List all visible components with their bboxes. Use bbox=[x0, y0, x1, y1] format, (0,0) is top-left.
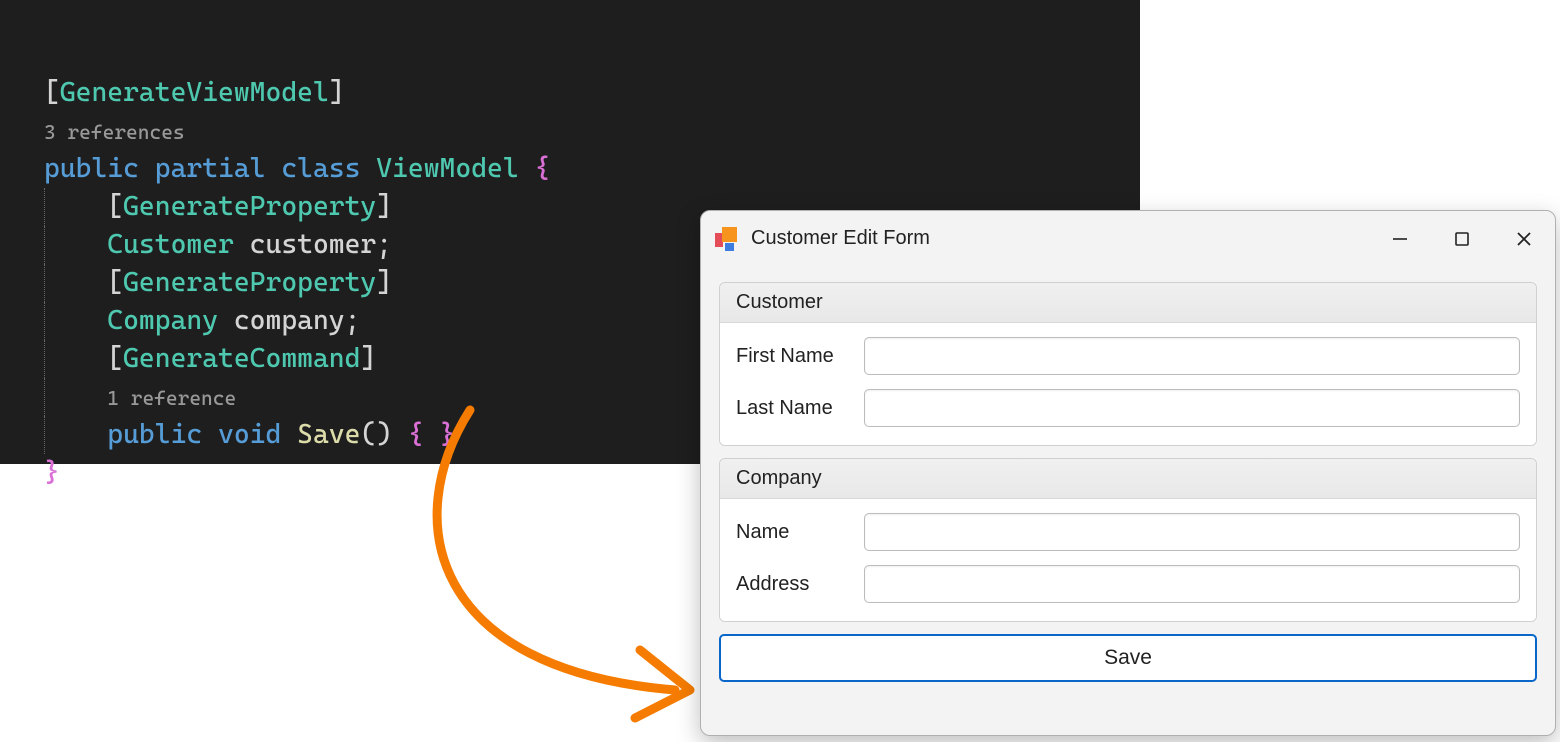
minimize-icon bbox=[1391, 230, 1409, 248]
keyword-public: public bbox=[107, 419, 202, 450]
titlebar[interactable]: Customer Edit Form bbox=[701, 211, 1555, 266]
company-name-input[interactable] bbox=[864, 513, 1520, 551]
first-name-row: First Name bbox=[736, 337, 1520, 375]
semicolon: ; bbox=[345, 305, 361, 336]
brace-close: } bbox=[44, 457, 60, 488]
semicolon: ; bbox=[376, 229, 392, 260]
company-name-label: Name bbox=[736, 521, 864, 544]
window-controls bbox=[1369, 211, 1555, 266]
last-name-label: Last Name bbox=[736, 397, 864, 420]
type-company: Company bbox=[107, 305, 218, 336]
brace-close: } bbox=[440, 419, 456, 450]
company-groupbox: Company Name Address bbox=[719, 458, 1537, 622]
company-address-label: Address bbox=[736, 573, 864, 596]
app-icon bbox=[713, 227, 737, 251]
window-title: Customer Edit Form bbox=[751, 227, 930, 250]
company-address-row: Address bbox=[736, 565, 1520, 603]
company-name-row: Name bbox=[736, 513, 1520, 551]
parens: () bbox=[360, 419, 392, 450]
save-button[interactable]: Save bbox=[719, 634, 1537, 682]
bracket-open: [ bbox=[107, 267, 123, 298]
minimize-button[interactable] bbox=[1369, 211, 1431, 266]
close-button[interactable] bbox=[1493, 211, 1555, 266]
form-body: Customer First Name Last Name Company Na… bbox=[701, 266, 1555, 735]
codelens-class[interactable]: 3 references bbox=[44, 120, 185, 144]
keyword-void: void bbox=[218, 419, 281, 450]
company-address-input[interactable] bbox=[864, 565, 1520, 603]
codelens-method[interactable]: 1 reference bbox=[107, 386, 236, 410]
field-company: company bbox=[234, 305, 345, 336]
bracket-close: ] bbox=[329, 77, 345, 108]
keyword-public: public bbox=[44, 153, 139, 184]
first-name-input[interactable] bbox=[864, 337, 1520, 375]
method-save: Save bbox=[297, 419, 360, 450]
maximize-button[interactable] bbox=[1431, 211, 1493, 266]
bracket-open: [ bbox=[107, 343, 123, 374]
bracket-close: ] bbox=[360, 343, 376, 374]
last-name-row: Last Name bbox=[736, 389, 1520, 427]
attribute-generateviewmodel: GenerateViewModel bbox=[60, 77, 329, 108]
attribute-generatecommand: GenerateCommand bbox=[123, 343, 360, 374]
keyword-class: class bbox=[281, 153, 360, 184]
maximize-icon bbox=[1454, 231, 1470, 247]
attribute-generateproperty: GenerateProperty bbox=[123, 267, 376, 298]
close-icon bbox=[1515, 230, 1533, 248]
keyword-partial: partial bbox=[155, 153, 266, 184]
bracket-close: ] bbox=[376, 267, 392, 298]
customer-groupbox: Customer First Name Last Name bbox=[719, 282, 1537, 446]
bracket-close: ] bbox=[376, 191, 392, 222]
brace-open: { bbox=[534, 153, 550, 184]
last-name-input[interactable] bbox=[864, 389, 1520, 427]
brace-open: { bbox=[408, 419, 424, 450]
customer-edit-form-window: Customer Edit Form Customer First Name bbox=[700, 210, 1556, 736]
type-customer: Customer bbox=[107, 229, 234, 260]
first-name-label: First Name bbox=[736, 345, 864, 368]
company-group-header: Company bbox=[720, 459, 1536, 499]
field-customer: customer bbox=[250, 229, 377, 260]
customer-group-header: Customer bbox=[720, 283, 1536, 323]
attribute-generateproperty: GenerateProperty bbox=[123, 191, 376, 222]
class-name: ViewModel bbox=[376, 153, 518, 184]
bracket-open: [ bbox=[107, 191, 123, 222]
bracket-open: [ bbox=[44, 77, 60, 108]
